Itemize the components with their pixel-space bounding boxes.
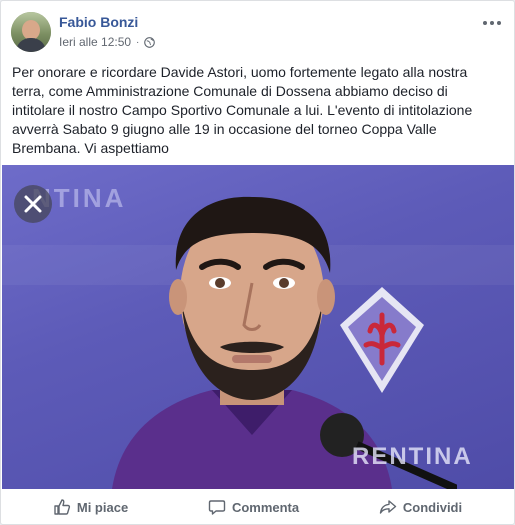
comment-label: Commenta <box>231 499 300 515</box>
post-timestamp[interactable]: Ieri alle 12:50 <box>59 35 131 49</box>
facebook-post: Fabio Bonzi Ieri alle 12:50 · Per onorar… <box>0 0 515 525</box>
share-label: Condividi <box>402 499 463 515</box>
background-banner-text-bottom: RENTINA <box>352 443 473 470</box>
post-header: Fabio Bonzi Ieri alle 12:50 · <box>11 11 504 55</box>
post-photo[interactable]: NTINA RENTINA <box>2 165 514 489</box>
comment-icon <box>208 500 226 515</box>
thumbs-up-icon <box>54 499 70 515</box>
author-name[interactable]: Fabio Bonzi <box>59 14 138 30</box>
comment-button[interactable]: Commenta <box>208 498 299 516</box>
close-icon[interactable] <box>14 185 52 223</box>
action-bar: Mi piace Commenta Condividi <box>13 491 502 523</box>
share-icon <box>379 500 397 514</box>
like-label: Mi piace <box>76 499 129 515</box>
more-options-icon[interactable] <box>482 15 502 31</box>
meta-separator: · <box>136 36 140 48</box>
like-button[interactable]: Mi piace <box>53 498 128 516</box>
post-text: Per onorare e ricordare Davide Astori, u… <box>12 64 473 156</box>
post-meta: Ieri alle 12:50 · <box>59 35 156 49</box>
avatar[interactable] <box>11 12 51 52</box>
globe-icon[interactable] <box>144 36 156 48</box>
share-button[interactable]: Condividi <box>379 498 462 516</box>
